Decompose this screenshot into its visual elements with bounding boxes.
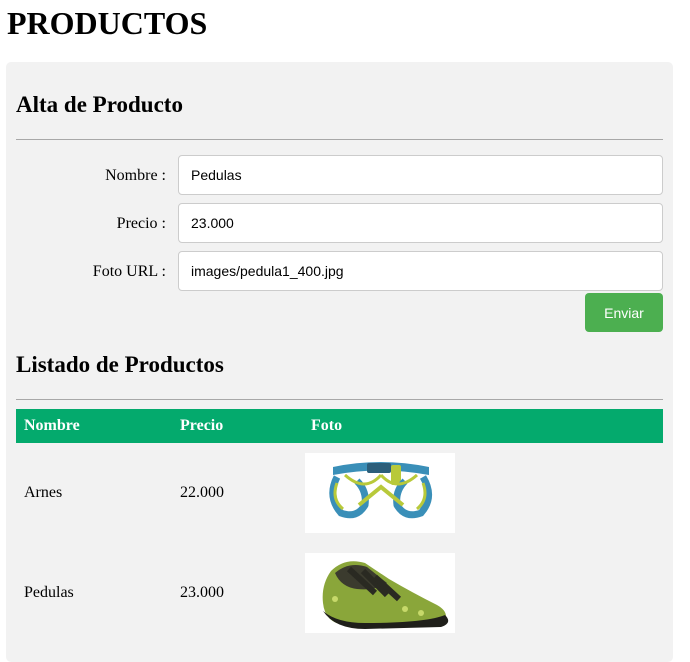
page-title: PRODUCTOS [7, 5, 208, 41]
photo-url-input[interactable] [178, 251, 663, 291]
form-title: Alta de Producto [16, 92, 183, 117]
harness-image [305, 453, 455, 533]
products-table: Nombre Precio Foto Arnes 22.000 Pedulas … [16, 409, 663, 643]
product-price: 23.000 [180, 584, 224, 601]
name-input[interactable] [178, 155, 663, 195]
price-label: Precio : [116, 215, 166, 232]
price-input[interactable] [178, 203, 663, 243]
table-row: Arnes 22.000 [16, 443, 663, 543]
column-header-photo: Foto [303, 409, 663, 443]
photo-url-label: Foto URL : [92, 263, 166, 280]
product-price: 22.000 [180, 484, 224, 501]
list-divider [16, 399, 663, 400]
table-row: Pedulas 23.000 [16, 543, 663, 643]
product-photo-cell [303, 443, 663, 543]
name-label: Nombre : [105, 167, 166, 184]
product-name: Arnes [24, 484, 63, 501]
column-header-price: Precio [172, 409, 303, 443]
table-header-row: Nombre Precio Foto [16, 409, 663, 443]
submit-button[interactable]: Enviar [585, 293, 663, 332]
product-name: Pedulas [24, 584, 74, 601]
climbing-shoe-image [305, 553, 455, 633]
list-title: Listado de Productos [16, 352, 224, 377]
product-panel: Alta de Producto Nombre : Precio : Foto … [6, 62, 673, 662]
form-divider [16, 139, 663, 140]
product-photo-cell [303, 543, 663, 643]
column-header-name: Nombre [16, 409, 172, 443]
